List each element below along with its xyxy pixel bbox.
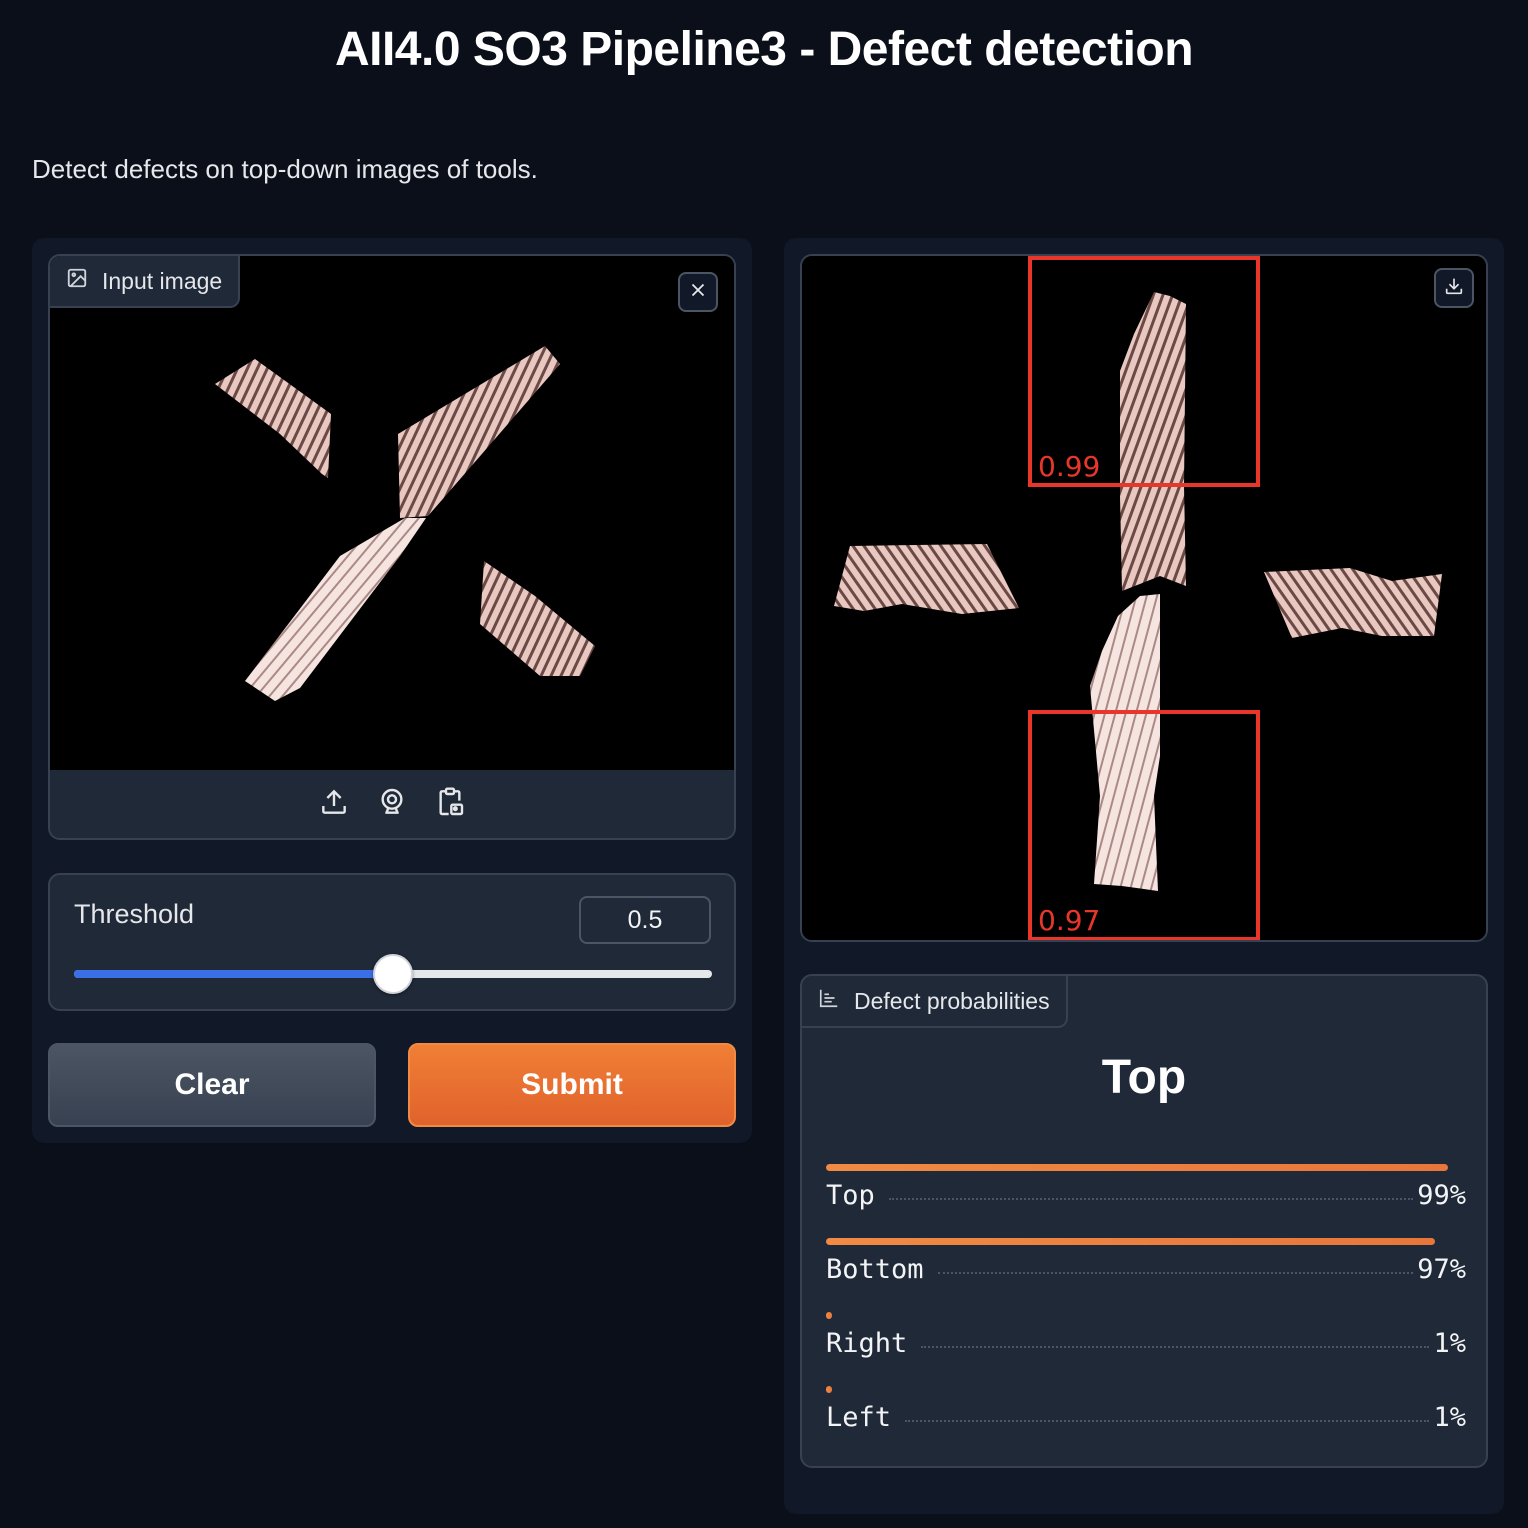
image-source-bar: [50, 770, 734, 838]
confidence-percentage: 1%: [1433, 1328, 1466, 1359]
detection-box-top: 0.99: [1028, 256, 1260, 487]
input-image-label: Input image: [50, 256, 241, 308]
confidence-leader-dots: [888, 1198, 1414, 1200]
clear-image-button[interactable]: [678, 272, 718, 312]
confidence-text: Bottom 97%: [826, 1254, 1466, 1285]
submit-button[interactable]: Submit: [408, 1043, 736, 1127]
clipboard-icon: [434, 786, 466, 823]
confidence-row: Bottom 97%: [826, 1238, 1466, 1312]
confidence-text: Top 99%: [826, 1180, 1466, 1211]
defect-probabilities-label-text: Defect probabilities: [854, 987, 1050, 1014]
output-image-panel: 0.99 0.97: [800, 254, 1488, 942]
confidence-row: Right 1%: [826, 1312, 1466, 1386]
upload-source-button[interactable]: [317, 787, 351, 821]
confidence-row: Top 99%: [826, 1164, 1466, 1238]
confidence-leader-dots: [905, 1420, 1430, 1422]
threshold-slider-fill: [74, 970, 393, 978]
confidence-bar: [826, 1164, 1448, 1171]
confidence-bar: [826, 1312, 833, 1319]
confidence-class-name: Right: [826, 1328, 908, 1359]
close-icon: [687, 279, 709, 306]
threshold-slider[interactable]: [74, 954, 712, 994]
threshold-label: Threshold: [74, 899, 195, 929]
download-button[interactable]: [1434, 268, 1474, 308]
blade-left: [834, 544, 1019, 614]
bar-chart-icon: [818, 987, 840, 1015]
page-title: AII4.0 SO3 Pipeline3 - Defect detection: [334, 23, 1194, 76]
confidence-text: Left 1%: [826, 1402, 1466, 1433]
confidence-class-name: Bottom: [826, 1254, 924, 1285]
defect-probabilities-label: Defect probabilities: [802, 976, 1068, 1028]
confidence-percentage: 97%: [1417, 1254, 1466, 1285]
confidence-class-name: Top: [826, 1180, 875, 1211]
upload-icon: [318, 786, 350, 823]
confidence-row: Left 1%: [826, 1386, 1466, 1460]
confidence-text: Right 1%: [826, 1328, 1466, 1359]
webcam-source-button[interactable]: [375, 787, 409, 821]
confidence-leader-dots: [921, 1346, 1430, 1348]
page-description: Detect defects on top-down images of too…: [32, 154, 538, 184]
confidence-bar: [826, 1238, 1436, 1245]
confidence-class-name: Left: [826, 1402, 892, 1433]
image-icon: [66, 267, 88, 295]
threshold-panel: Threshold 0.5: [48, 873, 736, 1011]
confidence-percentage: 99%: [1417, 1180, 1466, 1211]
blade-right: [1264, 568, 1442, 638]
clear-button[interactable]: Clear: [48, 1043, 376, 1127]
clipboard-source-button[interactable]: [433, 786, 467, 823]
input-column: Input image Threshold 0.5 Clear Submit: [32, 238, 752, 1143]
threshold-slider-thumb[interactable]: [373, 954, 413, 994]
detection-score-bottom: 0.97: [1038, 904, 1101, 937]
input-image-label-text: Input image: [102, 267, 223, 294]
defect-probabilities-panel: Defect probabilities Top Top 99% Bottom 97%…: [800, 974, 1488, 1468]
confidence-percentage: 1%: [1433, 1402, 1466, 1433]
download-icon: [1443, 275, 1465, 302]
detection-box-bottom: 0.97: [1028, 710, 1260, 940]
predicted-label: Top: [1101, 1051, 1187, 1104]
confidence-bar: [826, 1386, 833, 1393]
output-column: 0.99 0.97 Defect probabilities Top Top 99…: [784, 238, 1504, 1514]
confidence-leader-dots: [937, 1272, 1414, 1274]
detection-score-top: 0.99: [1038, 450, 1101, 483]
threshold-number-input[interactable]: 0.5: [579, 896, 711, 944]
input-image-preview[interactable]: [50, 256, 734, 770]
input-image-panel[interactable]: Input image: [48, 254, 736, 840]
webcam-icon: [376, 786, 408, 823]
